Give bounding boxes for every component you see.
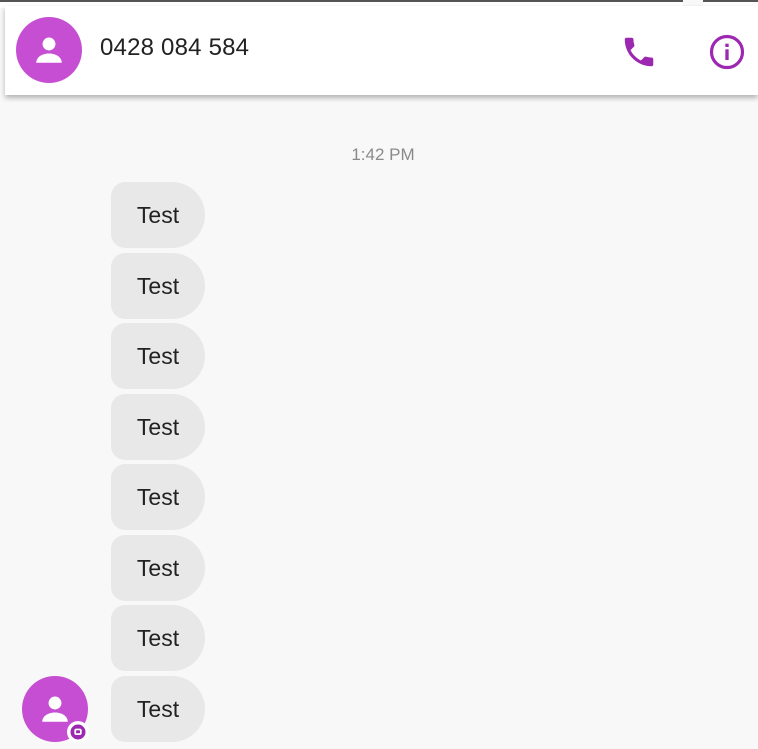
contact-title[interactable]: 0428 084 584 [100,34,249,62]
person-icon [36,37,62,63]
message-text: Test [136,201,180,228]
message-bubble[interactable]: Test [111,182,205,248]
message-bubble[interactable]: Test [111,323,205,389]
message-list[interactable]: 1:42 PM Test Test Test Test Test Test Te… [0,95,758,749]
message-bubble[interactable]: Test [111,605,205,671]
conversation-header: 0428 084 584 [5,6,758,95]
message-bubble[interactable]: Test [111,535,205,601]
message-text: Test [136,272,180,299]
message-text: Test [136,554,180,581]
message-text: Test [136,483,180,510]
message-text: Test [136,342,180,369]
person-icon [42,696,68,722]
message-text: Test [136,695,180,722]
message-bubble[interactable]: Test [111,253,205,319]
message-bubble[interactable]: Test [111,464,205,530]
message-timestamp: 1:42 PM [351,145,415,164]
info-button[interactable] [705,30,749,74]
sms-badge-icon [67,721,89,743]
message-bubble[interactable]: Test [111,394,205,460]
phone-icon [624,37,654,67]
message-bubble[interactable]: Test [111,676,205,742]
info-icon [709,34,745,70]
message-text: Test [136,413,180,440]
call-button[interactable] [617,30,661,74]
message-text: Test [136,624,180,651]
contact-avatar[interactable] [16,17,82,83]
